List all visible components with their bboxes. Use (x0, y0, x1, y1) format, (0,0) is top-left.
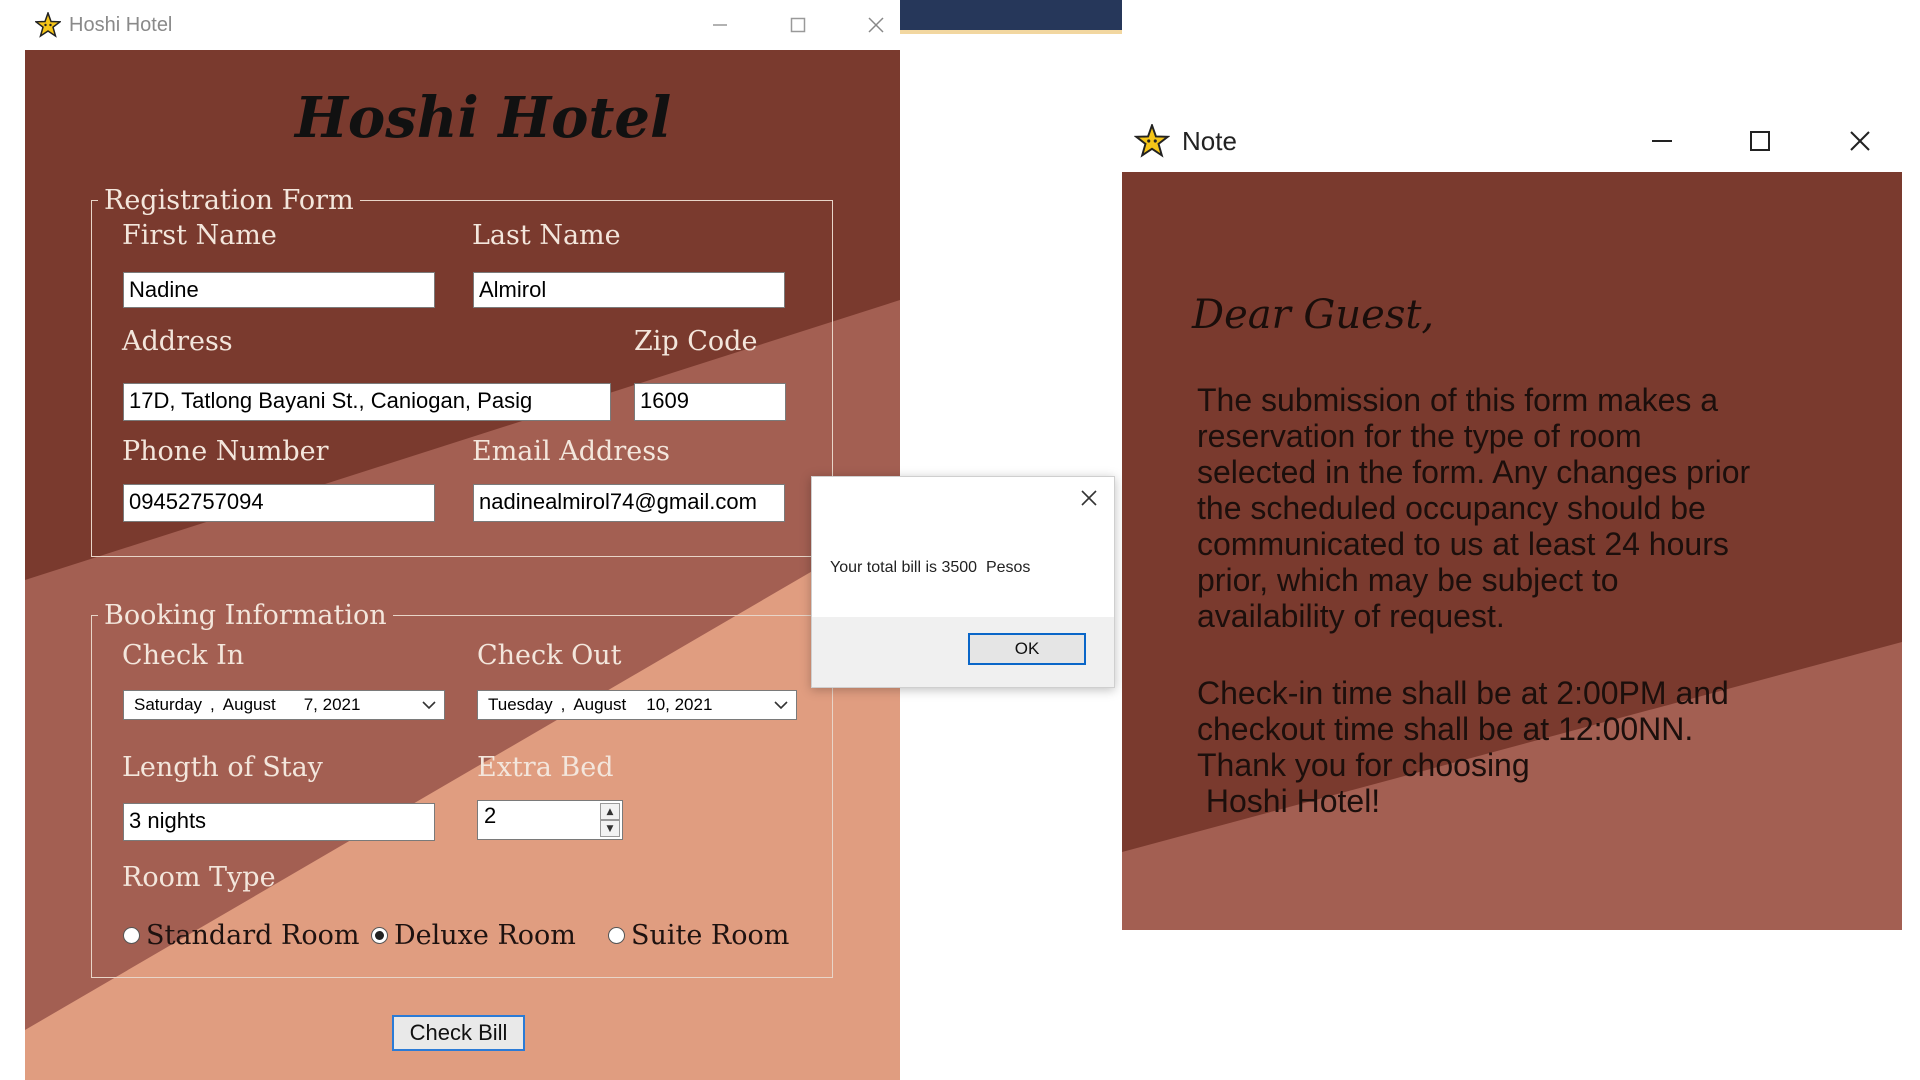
star-icon (1134, 124, 1170, 158)
length-of-stay-field[interactable]: 3 nights (123, 803, 435, 841)
phone-number-field[interactable]: 09452757094 (123, 484, 435, 522)
minimize-icon[interactable] (695, 0, 745, 50)
check-in-date-picker[interactable]: Saturday , August 7, 2021 (123, 690, 445, 720)
last-name-field[interactable]: Almirol (473, 272, 785, 308)
first-name-label: First Name (122, 220, 277, 251)
check-in-label: Check In (122, 640, 245, 671)
last-name-label: Last Name (472, 220, 621, 251)
length-of-stay-label: Length of Stay (122, 752, 323, 783)
phone-number-label: Phone Number (122, 436, 329, 467)
check-out-weekday: Tuesday (488, 695, 553, 714)
window-title: Hoshi Hotel (69, 13, 173, 36)
zip-code-label: Zip Code (634, 326, 758, 357)
close-icon[interactable] (851, 0, 901, 50)
title-bar[interactable]: Hoshi Hotel (25, 0, 900, 50)
email-address-field[interactable]: nadinealmirol74@gmail.com (473, 484, 785, 522)
spinner-down-icon[interactable]: ▼ (600, 820, 620, 837)
check-out-month: August (573, 695, 627, 714)
background-window-strip (900, 0, 1122, 30)
note-paragraph-reservation: The submission of this form makes a rese… (1197, 382, 1751, 634)
check-in-weekday: Saturday (134, 695, 203, 714)
extra-bed-value: 2 (484, 803, 497, 828)
star-icon (35, 12, 61, 38)
note-window: Note Dear Guest, The submission of this … (1122, 110, 1902, 930)
address-label: Address (122, 326, 233, 357)
booking-legend: Booking Information (104, 600, 387, 631)
radio-button[interactable] (608, 927, 625, 944)
email-address-label: Email Address (472, 436, 670, 467)
check-out-date-picker[interactable]: Tuesday , August 10, 2021 (477, 690, 797, 720)
check-out-day-year: 10, 2021 (646, 695, 713, 714)
close-icon[interactable] (1078, 487, 1100, 509)
radio-label: Deluxe Room (394, 920, 576, 951)
dialog-footer: OK (812, 617, 1114, 687)
radio-selected-dot (375, 931, 384, 940)
close-icon[interactable] (1830, 110, 1890, 172)
check-out-label: Check Out (477, 640, 622, 671)
background-window-accent-line (900, 30, 1122, 34)
extra-bed-label: Extra Bed (477, 752, 614, 783)
hoshi-hotel-window: Hoshi Hotel Hoshi Hotel Registration For… (25, 0, 900, 1080)
chevron-down-icon[interactable] (420, 696, 438, 714)
window-title: Note (1182, 125, 1237, 156)
check-bill-button[interactable]: Check Bill (392, 1015, 525, 1051)
radio-standard-room[interactable]: Standard Room (123, 920, 359, 951)
check-in-day-year: 7, 2021 (303, 695, 361, 714)
zip-code-field[interactable]: 1609 (634, 383, 786, 421)
address-field[interactable]: 17D, Tatlong Bayani St., Caniogan, Pasig (123, 383, 611, 421)
note-body: Dear Guest, The submission of this form … (1122, 172, 1902, 930)
hotel-heading: Hoshi Hotel (295, 85, 672, 151)
dialog-message: Your total bill is 3500 Pesos (830, 559, 1031, 576)
spinner-up-icon[interactable]: ▲ (600, 803, 620, 820)
radio-label: Suite Room (631, 920, 790, 951)
radio-deluxe-room[interactable]: Deluxe Room (371, 920, 576, 951)
maximize-icon[interactable] (1730, 110, 1790, 172)
radio-button[interactable] (371, 927, 388, 944)
radio-suite-room[interactable]: Suite Room (608, 920, 789, 951)
room-type-label: Room Type (122, 862, 276, 893)
total-bill-dialog: Your total bill is 3500 Pesos OK (811, 476, 1115, 688)
ok-button[interactable]: OK (968, 633, 1086, 665)
chevron-down-icon[interactable] (772, 696, 790, 714)
registration-legend: Registration Form (104, 185, 354, 216)
first-name-field[interactable]: Nadine (123, 272, 435, 308)
note-greeting: Dear Guest, (1192, 292, 1435, 338)
form-body: Hoshi Hotel Registration Form First Name… (25, 50, 900, 1080)
title-bar[interactable]: Note (1122, 110, 1902, 172)
minimize-icon[interactable] (1632, 110, 1692, 172)
note-paragraph-checkin: Check-in time shall be at 2:00PM and che… (1197, 675, 1729, 819)
radio-label: Standard Room (146, 920, 360, 951)
maximize-icon[interactable] (773, 0, 823, 50)
check-in-month: August (222, 695, 276, 714)
radio-button[interactable] (123, 927, 140, 944)
extra-bed-spinner[interactable]: 2 ▲ ▼ (477, 800, 623, 840)
